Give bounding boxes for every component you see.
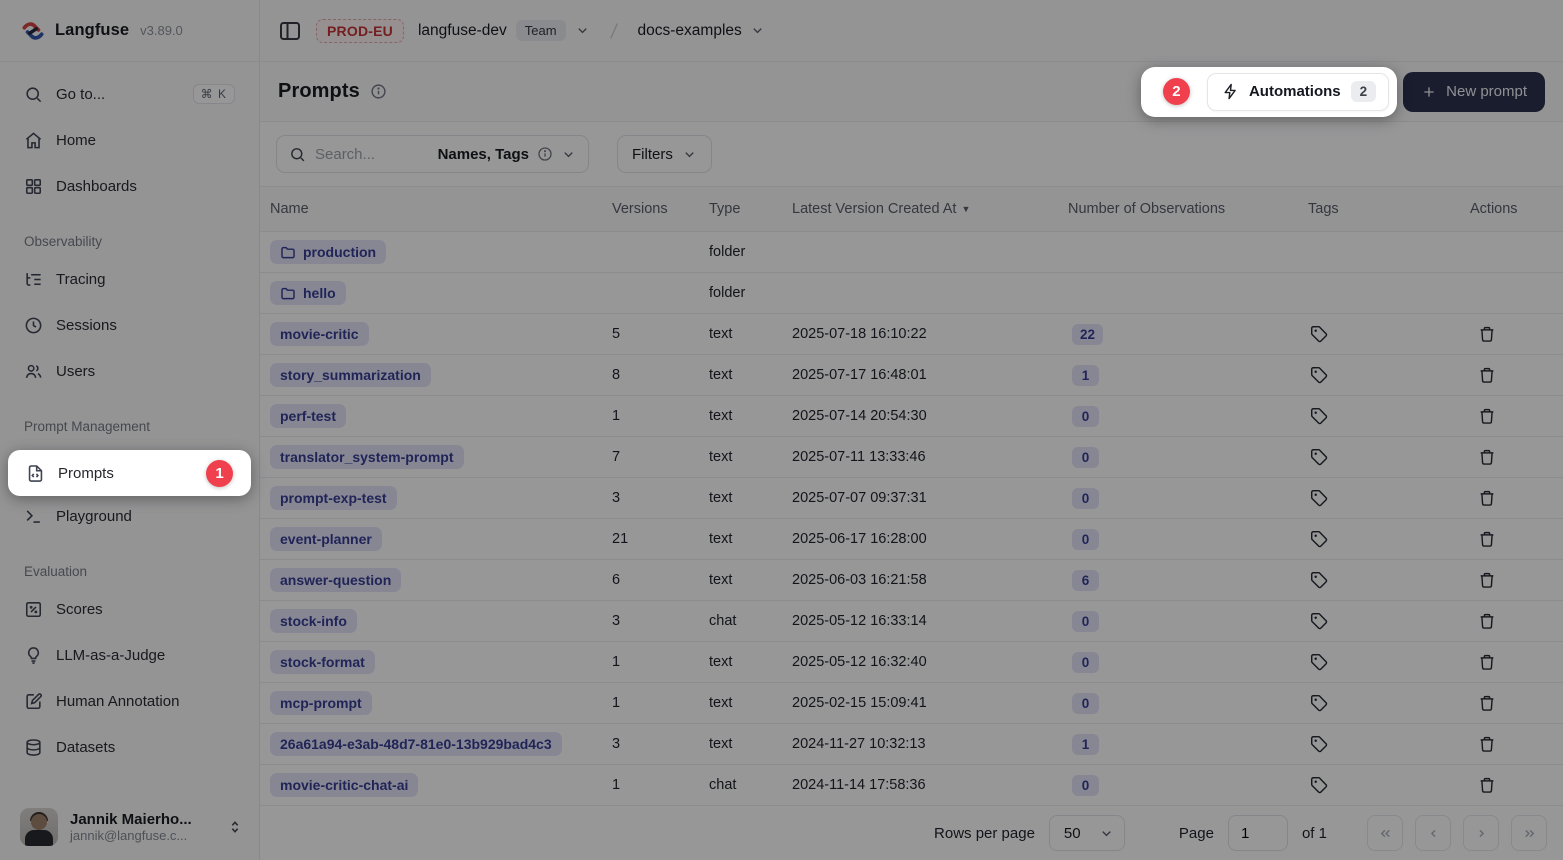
annotation-marker-1: 1 bbox=[206, 460, 233, 487]
automations-count: 2 bbox=[1351, 81, 1377, 102]
automations-button[interactable]: Automations 2 bbox=[1207, 73, 1389, 111]
automations-spotlight: 2 Automations 2 bbox=[1141, 67, 1397, 117]
annotation-marker-2: 2 bbox=[1163, 78, 1190, 105]
sidebar-item-prompts[interactable]: Prompts 1 bbox=[14, 455, 245, 491]
app-window: Langfuse v3.89.0 Go to... ⌘ K Home Dashb… bbox=[0, 0, 1563, 860]
prompts-spotlight: Prompts 1 bbox=[8, 450, 251, 496]
zap-icon bbox=[1222, 83, 1239, 100]
prompt-file-icon bbox=[26, 464, 45, 483]
dim-overlay bbox=[0, 0, 1563, 860]
